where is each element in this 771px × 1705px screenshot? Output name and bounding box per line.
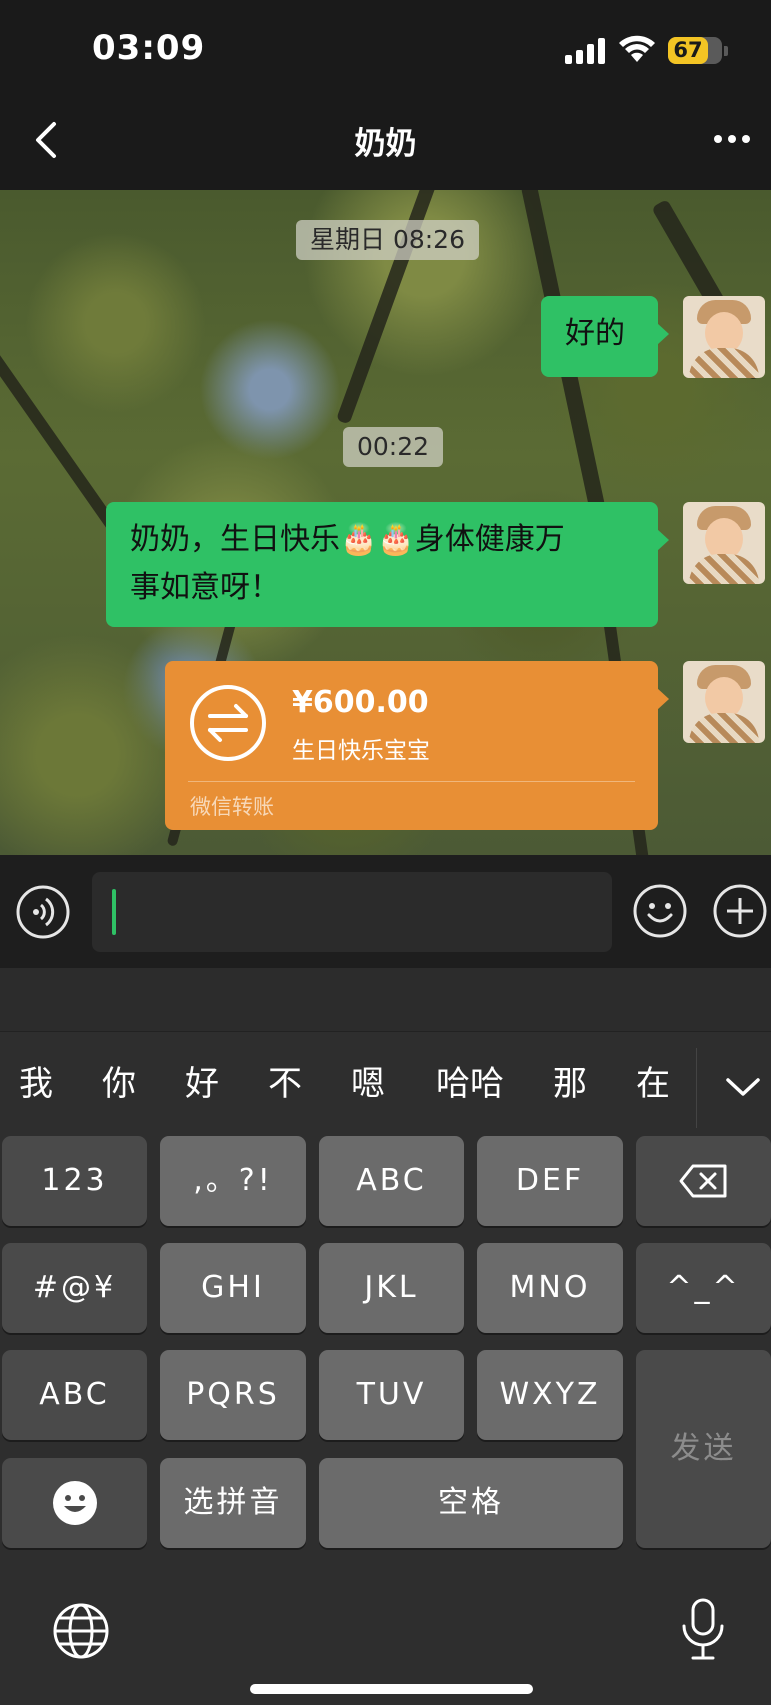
battery-level: 67	[673, 38, 703, 62]
battery-icon: 67	[668, 37, 722, 64]
backspace-icon	[679, 1164, 726, 1198]
timestamp-pill: 星期日 08:26	[296, 220, 479, 260]
candidate-word[interactable]: 嗯	[346, 1033, 390, 1135]
message-text-line: 事如意呀！	[130, 570, 280, 605]
transfer-arrows-icon	[190, 685, 266, 761]
candidate-word[interactable]: 哈哈	[430, 1033, 510, 1135]
key-123[interactable]: 123	[2, 1136, 147, 1226]
key-pqrs[interactable]: PQRS	[160, 1350, 306, 1440]
bubble-tail	[657, 688, 669, 710]
space-key[interactable]: 空格	[319, 1458, 623, 1548]
nav-bar: 奶奶	[0, 92, 771, 190]
message-text: 好的	[565, 316, 625, 351]
home-indicator	[250, 1684, 533, 1694]
avatar[interactable]	[683, 661, 765, 743]
avatar[interactable]	[683, 502, 765, 584]
key-emoticon[interactable]: ^_^	[636, 1243, 771, 1333]
keyboard: 我 你 好 不 嗯 哈哈 那 在 123 ,。?! ABC DEF #@¥ GH…	[0, 968, 771, 1705]
candidate-word[interactable]: 那	[548, 1033, 592, 1135]
emoji-key[interactable]	[2, 1458, 147, 1548]
transfer-label: 微信转账	[190, 795, 274, 819]
emoji-icon	[52, 1481, 97, 1525]
candidate-divider	[696, 1048, 697, 1128]
backspace-key[interactable]	[636, 1136, 771, 1226]
transfer-card[interactable]: ¥600.00 生日快乐宝宝 微信转账	[165, 661, 669, 830]
key-ghi[interactable]: GHI	[160, 1243, 306, 1333]
key-abc-mode[interactable]: ABC	[2, 1350, 147, 1440]
candidate-word[interactable]: 我	[14, 1033, 58, 1135]
emoji-icon[interactable]	[632, 883, 688, 939]
message-text-line: 奶奶，生日快乐🎂🎂身体健康万	[130, 522, 565, 557]
bubble-tail	[657, 529, 669, 551]
timestamp-pill: 00:22	[343, 427, 444, 467]
key-def[interactable]: DEF	[477, 1136, 623, 1226]
chat-area: 星期日 08:26 好的 00:22 奶奶，生日快乐🎂🎂身体健康万 事如意呀！ …	[0, 190, 771, 855]
candidate-word[interactable]: 在	[631, 1033, 675, 1135]
key-symbols[interactable]: #@¥	[2, 1243, 147, 1333]
chat-title: 奶奶	[354, 126, 417, 162]
key-jkl[interactable]: JKL	[319, 1243, 464, 1333]
wifi-icon	[619, 35, 655, 62]
chevron-down-icon[interactable]	[722, 1072, 764, 1102]
microphone-icon[interactable]	[676, 1597, 730, 1663]
avatar[interactable]	[683, 296, 765, 378]
status-time: 03:09	[92, 28, 206, 68]
key-pinyin[interactable]: 选拼音	[160, 1458, 306, 1548]
input-bar	[0, 855, 771, 968]
status-bar: 03:09 67	[0, 0, 771, 92]
transfer-divider	[188, 781, 635, 782]
signal-icon	[565, 38, 607, 64]
message-input[interactable]	[92, 872, 612, 952]
transfer-amount: ¥600.00	[292, 685, 429, 720]
candidate-word[interactable]: 不	[263, 1033, 307, 1135]
text-caret	[112, 889, 116, 935]
key-punctuation[interactable]: ,。?!	[160, 1136, 306, 1226]
message-bubble[interactable]: 好的	[541, 296, 669, 377]
message-bubble[interactable]: 奶奶，生日快乐🎂🎂身体健康万 事如意呀！	[106, 502, 669, 627]
candidate-word[interactable]: 你	[97, 1033, 141, 1135]
key-wxyz[interactable]: WXYZ	[477, 1350, 623, 1440]
key-tuv[interactable]: TUV	[319, 1350, 464, 1440]
key-mno[interactable]: MNO	[477, 1243, 623, 1333]
bubble-tail	[657, 323, 669, 345]
send-key[interactable]: 发送	[636, 1350, 771, 1548]
plus-icon[interactable]	[712, 883, 768, 939]
candidate-word[interactable]: 好	[180, 1033, 224, 1135]
key-abc[interactable]: ABC	[319, 1136, 464, 1226]
more-dots-icon[interactable]	[710, 130, 754, 150]
battery-nub	[724, 46, 728, 56]
transfer-note: 生日快乐宝宝	[292, 738, 430, 764]
keyboard-top-area	[0, 968, 771, 1032]
voice-icon[interactable]	[16, 885, 70, 939]
candidate-bar: 我 你 好 不 嗯 哈哈 那 在	[0, 1033, 771, 1135]
globe-icon[interactable]	[52, 1602, 110, 1660]
